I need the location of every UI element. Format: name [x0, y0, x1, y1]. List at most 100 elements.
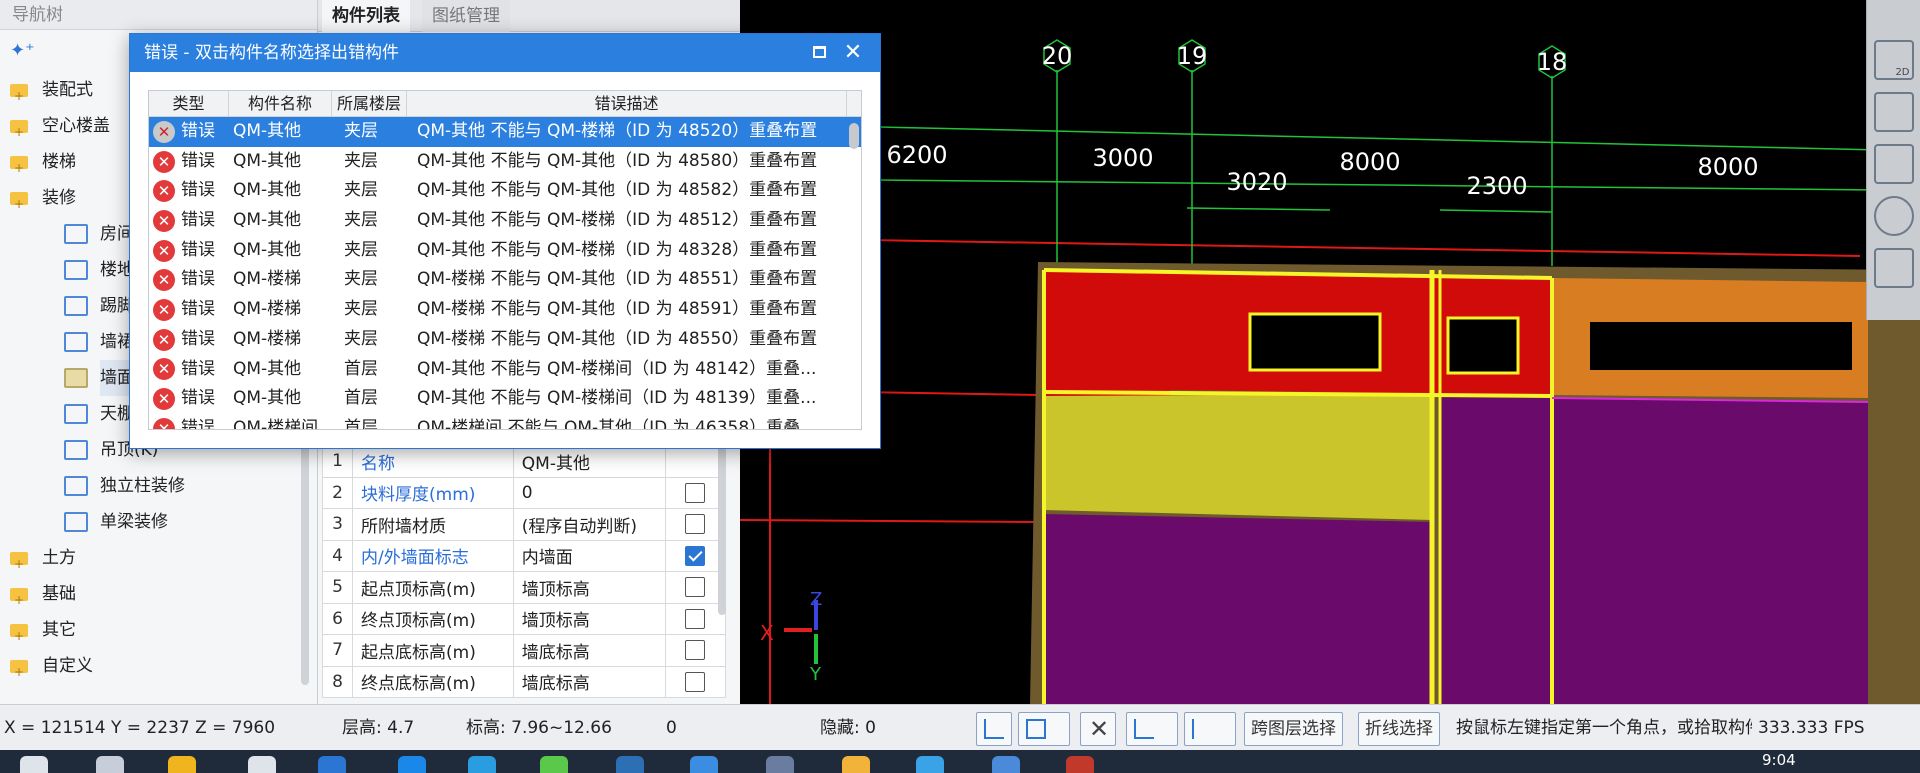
layer-settings-icon[interactable] — [1873, 248, 1914, 288]
folder-icon — [10, 654, 28, 690]
floor-name: 夹层 — [344, 269, 378, 290]
error-row[interactable]: ✕ 错误 QM-其他 首层 QM-其他 不能与 QM-楼梯间（ID 为 48142）重叠… — [149, 355, 861, 385]
browser-icon[interactable] — [398, 756, 426, 773]
component-name[interactable]: QM-其他 — [229, 176, 332, 206]
nav-sub-item[interactable]: 单梁装修 — [0, 504, 317, 540]
cross-floor-select-button[interactable]: 跨图层选择 — [1244, 712, 1343, 746]
col-type[interactable]: 类型 — [149, 91, 229, 116]
error-row[interactable]: ✕ 错误 QM-其他 夹层 QM-其他 不能与 QM-楼梯（ID 为 48328）重叠布… — [149, 236, 861, 266]
component-name[interactable]: QM-楼梯 — [229, 325, 332, 355]
attach-checkbox[interactable] — [685, 640, 706, 661]
property-row[interactable]: 8 终点底标高(m) 墙底标高 — [322, 665, 727, 698]
col-component-name[interactable]: 构件名称 — [229, 91, 332, 116]
cad-viewport[interactable]: 20 19 18 6200 3000 3020 8000 2300 8000 X — [740, 0, 1920, 704]
property-value[interactable]: 墙底标高 — [512, 634, 666, 667]
app-icon[interactable] — [468, 756, 496, 773]
select-mode-dropdown[interactable] — [1018, 712, 1070, 746]
edge-icon[interactable] — [690, 756, 718, 773]
app-icon[interactable] — [842, 756, 870, 773]
app-icon[interactable] — [766, 756, 794, 773]
nav-group[interactable]: 基础 — [0, 576, 317, 618]
view-wireframe-cube-icon[interactable] — [1873, 144, 1914, 184]
error-row[interactable]: ✕ 错误 QM-楼梯间 首层 QM-楼梯间 不能与 QM-其他（ID 为 46358）重… — [149, 414, 861, 429]
component-name[interactable]: QM-楼梯间 — [229, 414, 332, 429]
error-description: QM-楼梯 不能与 QM-其他（ID 为 48550）重叠布置 — [417, 328, 818, 349]
file-explorer-icon[interactable] — [168, 756, 196, 773]
nav-group[interactable]: 其它 — [0, 612, 317, 654]
app-icon[interactable] — [1066, 756, 1094, 773]
snap-point-dropdown[interactable] — [1184, 712, 1236, 746]
error-row[interactable]: ✕ 错误 QM-其他 夹层 QM-其他 不能与 QM-楼梯（ID 为 48520）重叠布… — [149, 117, 861, 147]
attach-checkbox[interactable] — [685, 545, 706, 566]
folder-icon — [10, 582, 28, 618]
attach-checkbox[interactable] — [685, 577, 706, 598]
component-name[interactable]: QM-其他 — [229, 147, 332, 177]
tab-component-list[interactable]: 构件列表 — [322, 0, 410, 32]
nav-group[interactable]: 自定义 — [0, 648, 317, 690]
component-name[interactable]: QM-其他 — [229, 355, 332, 385]
scroll-thumb[interactable] — [849, 123, 859, 149]
component-name[interactable]: QM-其他 — [229, 206, 332, 236]
attach-checkbox[interactable] — [685, 608, 706, 629]
property-row[interactable]: 6 终点顶标高(m) 墙顶标高 — [322, 602, 727, 635]
nav-sub-label: 独立柱装修 — [100, 476, 185, 496]
property-value[interactable]: 内墙面 — [512, 539, 666, 572]
error-description: QM-楼梯 不能与 QM-其他（ID 为 48551）重叠布置 — [417, 269, 818, 290]
col-description[interactable]: 错误描述 — [407, 91, 847, 116]
error-type-cell: ✕ 错误 — [149, 325, 229, 355]
glodon-app-icon[interactable] — [992, 756, 1020, 773]
error-row[interactable]: ✕ 错误 QM-楼梯 夹层 QM-楼梯 不能与 QM-其他（ID 为 48551）重叠布… — [149, 265, 861, 295]
attach-checkbox[interactable] — [685, 482, 706, 503]
property-value[interactable]: 墙底标高 — [512, 665, 666, 698]
property-value[interactable]: 0 — [512, 476, 666, 509]
nav-sub-item[interactable]: 独立柱装修 — [0, 468, 317, 504]
property-value[interactable]: 墙顶标高 — [512, 602, 666, 635]
error-row[interactable]: ✕ 错误 QM-楼梯 夹层 QM-楼梯 不能与 QM-其他（ID 为 48591）重叠布… — [149, 295, 861, 325]
col-floor[interactable]: 所属楼层 — [332, 91, 407, 116]
view-3d-cube-icon[interactable] — [1873, 92, 1914, 132]
maximize-icon[interactable] — [813, 46, 826, 58]
error-row[interactable]: ✕ 错误 QM-其他 夹层 QM-其他 不能与 QM-其他（ID 为 48582）重叠布… — [149, 176, 861, 206]
property-row[interactable]: 2 块料厚度(mm) 0 — [322, 476, 727, 509]
property-scrollbar[interactable] — [718, 445, 726, 615]
dimension-text: 8000 — [1697, 153, 1758, 181]
error-row[interactable]: ✕ 错误 QM-其他 夹层 QM-其他 不能与 QM-其他（ID 为 48580）重叠布… — [149, 147, 861, 177]
attach-checkbox[interactable] — [685, 514, 706, 535]
app-icon[interactable] — [916, 756, 944, 773]
attach-checkbox[interactable] — [685, 671, 706, 692]
view-2d-button[interactable]: 2D — [1873, 40, 1914, 80]
cross-icon: ✕ — [1089, 715, 1110, 743]
property-row[interactable]: 3 所附墙材质 (程序自动判断) — [322, 508, 727, 541]
app-icon[interactable] — [318, 756, 346, 773]
start-icon[interactable] — [20, 756, 48, 773]
rotate-view-icon[interactable] — [1873, 196, 1914, 236]
nav-group[interactable]: 土方 — [0, 540, 317, 582]
property-row[interactable]: 4 内/外墙面标志 内墙面 — [322, 539, 727, 572]
error-row[interactable]: ✕ 错误 QM-楼梯 夹层 QM-楼梯 不能与 QM-其他（ID 为 48550）重叠布… — [149, 325, 861, 355]
error-row[interactable]: ✕ 错误 QM-其他 夹层 QM-其他 不能与 QM-楼梯（ID 为 48512）重叠布… — [149, 206, 861, 236]
component-name[interactable]: QM-楼梯 — [229, 295, 332, 325]
cross-select-button[interactable]: ✕ — [1080, 712, 1116, 746]
wechat-icon[interactable] — [540, 756, 568, 773]
task-view-icon[interactable] — [96, 756, 124, 773]
polyline-select-button[interactable]: 折线选择 — [1358, 712, 1440, 746]
property-table: 1 名称 QM-其他 2 块料厚度(mm) 0 3 所附墙材质 (程序自动判断) 4 内/外墙面标志… — [322, 445, 727, 698]
component-name[interactable]: QM-其他 — [229, 236, 332, 266]
component-name[interactable]: QM-其他 — [229, 117, 332, 147]
error-row[interactable]: ✕ 错误 QM-其他 首层 QM-其他 不能与 QM-楼梯间（ID 为 48139）重叠… — [149, 384, 861, 414]
property-row[interactable]: 7 起点底标高(m) 墙底标高 — [322, 634, 727, 667]
property-row[interactable]: 1 名称 QM-其他 — [322, 445, 727, 478]
app-icon[interactable] — [616, 756, 644, 773]
property-value[interactable]: 墙顶标高 — [512, 571, 666, 604]
component-name[interactable]: QM-楼梯 — [229, 265, 332, 295]
component-name[interactable]: QM-其他 — [229, 384, 332, 414]
orthogonal-button[interactable] — [976, 712, 1012, 746]
property-value[interactable]: QM-其他 — [512, 445, 666, 478]
angle-snap-dropdown[interactable] — [1126, 712, 1178, 746]
tab-drawing-management[interactable]: 图纸管理 — [422, 0, 510, 32]
property-row[interactable]: 5 起点顶标高(m) 墙顶标高 — [322, 571, 727, 604]
close-icon[interactable]: ✕ — [838, 34, 868, 72]
error-list-scrollbar[interactable] — [849, 123, 859, 423]
app-icon[interactable] — [248, 756, 276, 773]
property-value[interactable]: (程序自动判断) — [512, 508, 666, 541]
